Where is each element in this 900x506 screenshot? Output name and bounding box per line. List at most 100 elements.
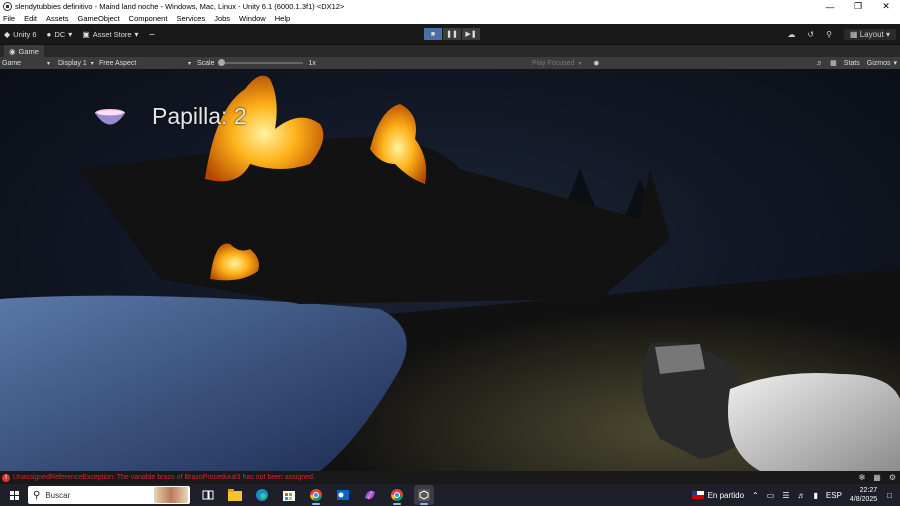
console-error-message[interactable]: UnassignedReferenceException: The variab… [13, 474, 315, 481]
menu-file[interactable]: File [3, 14, 15, 23]
history-icon[interactable]: ↺ [807, 30, 814, 39]
chevron-down-icon: ▾ [46, 60, 50, 67]
progress-icon[interactable]: ✻ [859, 473, 866, 482]
scale-label: Scale [197, 59, 215, 67]
unity-logo-icon: ◆ [4, 29, 11, 39]
sports-flag-icon [691, 491, 704, 499]
menu-window[interactable]: Window [239, 14, 266, 23]
battery-icon[interactable]: ▮ [813, 491, 817, 500]
play-focused-label: Play Focused [532, 59, 575, 67]
search-highlight-image [154, 487, 188, 503]
scale-value: 1x [308, 59, 316, 67]
minimize-icon: — [825, 1, 835, 12]
close-button[interactable]: ✕ [872, 0, 900, 13]
chevron-down-icon: ▾ [187, 60, 191, 67]
chevron-up-icon[interactable]: ⌃ [752, 491, 759, 500]
network-icon[interactable]: ☰ [782, 491, 789, 500]
weather-widget[interactable]: En partido [691, 490, 745, 500]
close-icon: ✕ [882, 1, 890, 11]
folder-icon [228, 489, 242, 501]
hud-counter: Papilla: 2 [94, 103, 247, 130]
menu-component[interactable]: Component [129, 14, 168, 23]
cache-icon[interactable]: ▦ [873, 473, 881, 482]
restore-button[interactable]: ❐ [844, 0, 872, 13]
display-label: Display 1 [58, 59, 87, 67]
pause-button[interactable]: ❚❚ [443, 28, 461, 40]
step-button[interactable]: ▶❚ [462, 28, 480, 40]
scale-slider[interactable] [217, 59, 303, 66]
asset-store-label: Asset Store [92, 29, 132, 39]
chevron-down-icon: ▾ [578, 60, 582, 67]
view-mode-label: Game [2, 59, 22, 67]
task-view-icon [202, 490, 214, 500]
start-button[interactable] [0, 484, 28, 506]
file-explorer-button[interactable] [225, 485, 245, 505]
volume-icon[interactable]: ♬ [797, 491, 805, 500]
error-icon: ! [2, 473, 10, 482]
store-button[interactable] [279, 485, 299, 505]
chevron-down-icon: ▾ [68, 29, 73, 39]
view-mode-dropdown[interactable]: Game ▾ [0, 57, 52, 69]
game-view[interactable]: Papilla: 2 [0, 69, 900, 471]
chevron-down-icon: ▾ [90, 60, 94, 67]
search-icon: ⚲ [33, 489, 41, 501]
chevron-down-icon: ▾ [885, 29, 890, 39]
outlook-button[interactable] [333, 485, 353, 505]
language-indicator[interactable]: ESP [826, 491, 842, 500]
weather-text: En partido [707, 490, 745, 500]
menu-bar: File Edit Assets GameObject Component Se… [0, 13, 900, 24]
gizmos-toggle[interactable]: Gizmos [867, 60, 891, 67]
menu-edit[interactable]: Edit [24, 14, 37, 23]
menu-assets[interactable]: Assets [46, 14, 69, 23]
stats-toggle[interactable]: Stats [844, 60, 860, 67]
aspect-dropdown[interactable]: Free Aspect ▾ [97, 57, 193, 69]
play-button[interactable]: ■ [424, 28, 442, 40]
cloud-icon[interactable]: ☁ [787, 30, 795, 39]
layout-label: Layout [859, 29, 884, 39]
search-icon[interactable]: ⚲ [826, 30, 832, 39]
chevron-down-icon[interactable]: ▾ [893, 59, 897, 67]
edge-button[interactable] [252, 485, 272, 505]
copilot-button[interactable] [360, 485, 380, 505]
chrome-button[interactable] [306, 485, 326, 505]
display-dropdown[interactable]: Display 1 ▾ [56, 57, 94, 69]
account-dropdown[interactable]: ● DC ▾ [47, 30, 73, 39]
unity-version-label: Unity 6 [13, 29, 37, 39]
title-bar: slendytubbies definitivo - Maind land no… [0, 0, 900, 13]
unity-taskbar-button[interactable] [414, 485, 434, 505]
clock[interactable]: 22:27 4/8/2025 [850, 486, 877, 504]
aspect-label: Free Aspect [99, 59, 137, 67]
store-icon [283, 491, 295, 501]
tab-game[interactable]: ◉ Game [4, 45, 44, 57]
taskbar-apps [198, 485, 441, 505]
notification-icon[interactable]: □ [887, 491, 892, 500]
store-bag-icon: ▣ [82, 29, 90, 39]
task-view-button[interactable] [198, 485, 218, 505]
chrome-profile-button[interactable] [387, 485, 407, 505]
minimize-button[interactable]: — [816, 0, 844, 13]
menu-services[interactable]: Services [176, 14, 205, 23]
clock-date: 4/8/2025 [849, 496, 878, 503]
play-focused-dropdown[interactable]: Play Focused ▾ [530, 57, 583, 69]
outlook-icon [337, 490, 349, 500]
unity-version-button[interactable]: ◆ Unity 6 [4, 30, 37, 39]
vsync-icon[interactable]: ▦ [830, 59, 837, 67]
settings-icon[interactable]: ⚙ [889, 473, 896, 482]
bug-icon[interactable]: ✸ [593, 59, 600, 68]
version-control-button[interactable]: ∽ [149, 30, 159, 39]
window-title: slendytubbies definitivo - Maind land no… [15, 2, 345, 11]
stop-icon: ■ [430, 30, 436, 38]
drive-icon[interactable]: ▭ [767, 491, 775, 500]
layout-dropdown[interactable]: ▦ Layout ▾ [843, 28, 896, 40]
asset-store-button[interactable]: ▣ Asset Store ▾ [82, 30, 138, 39]
menu-gameobject[interactable]: GameObject [78, 14, 120, 23]
console-status-bar[interactable]: ! UnassignedReferenceException: The vari… [0, 471, 900, 484]
mute-audio-icon[interactable]: ♬ [816, 60, 823, 67]
menu-jobs[interactable]: Jobs [214, 14, 230, 23]
layout-icon: ▦ [849, 29, 858, 39]
taskbar-search[interactable]: ⚲ Buscar [28, 486, 190, 504]
scale-slider-thumb[interactable] [217, 59, 225, 66]
account-label: DC [54, 29, 66, 39]
chrome-icon [391, 489, 403, 501]
menu-help[interactable]: Help [275, 14, 290, 23]
